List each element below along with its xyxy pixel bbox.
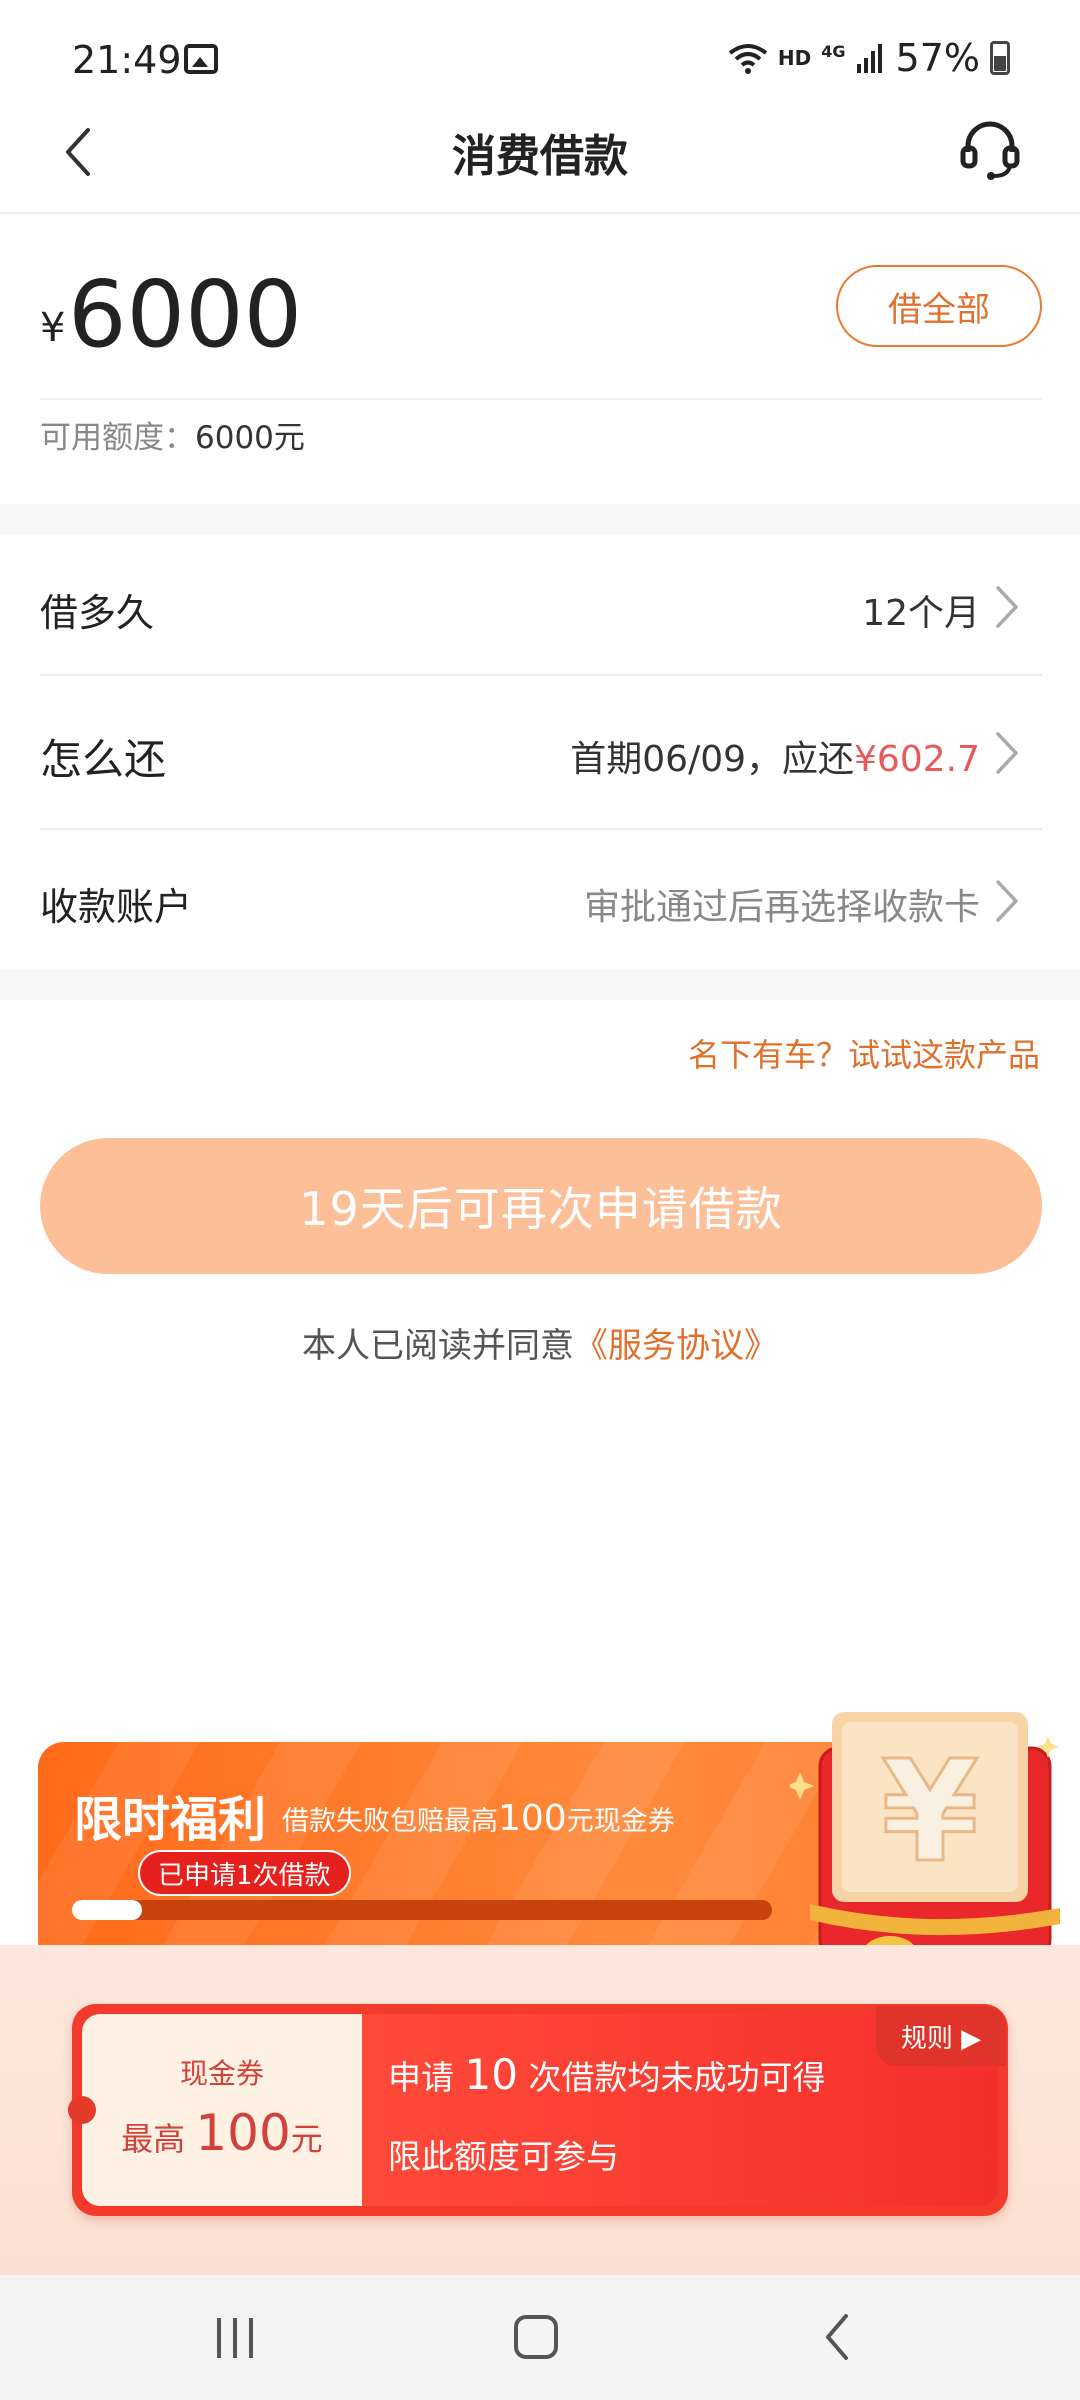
promo-title: 限时福利 bbox=[74, 1792, 267, 1848]
coupon-condition-count: 10 bbox=[464, 2050, 518, 2099]
coupon-eligibility: 限此额度可参与 bbox=[388, 2137, 619, 2176]
coupon-max-amount: 最高 100元 bbox=[82, 2104, 362, 2162]
rules-button[interactable]: 规则 ▶ bbox=[876, 2006, 1006, 2066]
chevron-right-icon[interactable] bbox=[992, 584, 1022, 630]
coupon-amount-unit: 元 bbox=[290, 2120, 323, 2158]
promo-subtitle: 借款失败包赔最高100元现金券 bbox=[282, 1798, 675, 1839]
coupon-condition: 申请 10 次借款均未成功可得 bbox=[388, 2050, 825, 2099]
status-time: 21:49 bbox=[72, 38, 182, 82]
section-gap bbox=[0, 504, 1080, 534]
header-divider bbox=[0, 212, 1080, 214]
page-title: 消费借款 bbox=[452, 131, 628, 182]
battery-percent: 57% bbox=[895, 36, 980, 80]
wifi-icon bbox=[728, 44, 768, 74]
row-divider bbox=[40, 828, 1042, 830]
red-packet-icon: ¥ bbox=[790, 1712, 1060, 1968]
red-packet-yen: ¥ bbox=[881, 1731, 978, 1894]
image-icon bbox=[184, 44, 218, 74]
car-product-link[interactable]: 名下有车？试试这款产品 bbox=[688, 1030, 1040, 1076]
agreement-text: 本人已阅读并同意 bbox=[302, 1326, 574, 1366]
home-icon[interactable] bbox=[514, 2315, 558, 2359]
nav-back-icon[interactable] bbox=[822, 2312, 852, 2362]
apply-loan-button[interactable]: 19天后可再次申请借款 bbox=[40, 1138, 1042, 1274]
chevron-right-icon[interactable] bbox=[992, 878, 1022, 924]
promo-subtitle-amount: 100 bbox=[498, 1798, 567, 1839]
applied-count-badge: 已申请1次借款 bbox=[138, 1850, 351, 1896]
term-label: 借多久 bbox=[40, 591, 155, 635]
chevron-right-icon[interactable] bbox=[992, 730, 1022, 776]
service-agreement-link[interactable]: 《服务协议》 bbox=[574, 1326, 778, 1366]
repayment-first-date: 首期06/09，应还 bbox=[570, 739, 855, 780]
headset-icon[interactable] bbox=[958, 118, 1022, 182]
loan-amount[interactable]: 6000 bbox=[68, 260, 302, 370]
amount-divider bbox=[40, 398, 1042, 400]
section-gap bbox=[0, 970, 1080, 1000]
network-gen: 4G bbox=[821, 41, 846, 61]
repayment-value[interactable]: 首期06/09，应还¥602.7 bbox=[570, 730, 980, 782]
account-label: 收款账户 bbox=[40, 885, 193, 929]
battery-icon bbox=[990, 41, 1010, 75]
available-credit: 可用额度：6000元 bbox=[40, 418, 305, 458]
currency-symbol: ¥ bbox=[40, 305, 66, 351]
promo-subtitle-prefix: 借款失败包赔最高 bbox=[282, 1806, 498, 1837]
promo-progress-bar bbox=[72, 1900, 772, 1920]
credit-value: 6000元 bbox=[195, 420, 305, 456]
coupon-condition-prefix: 申请 bbox=[388, 2058, 454, 2097]
credit-label: 可用额度： bbox=[40, 420, 195, 456]
coupon-max-prefix: 最高 bbox=[121, 2120, 186, 2158]
status-indicators: HD 4G 57% bbox=[728, 36, 1010, 80]
signal-icon bbox=[856, 44, 882, 73]
recent-apps-icon[interactable] bbox=[214, 2316, 256, 2360]
repayment-amount: ¥602.7 bbox=[854, 739, 980, 780]
coupon-amount-number: 100 bbox=[195, 2104, 291, 2162]
repayment-label: 怎么还 bbox=[40, 735, 167, 784]
promo-progress-fill bbox=[72, 1900, 142, 1920]
term-value[interactable]: 12个月 bbox=[862, 584, 980, 636]
coupon-condition-suffix: 次借款均未成功可得 bbox=[528, 2058, 826, 2097]
coupon-type-label: 现金券 bbox=[179, 2057, 264, 2090]
borrow-all-button[interactable]: 借全部 bbox=[836, 265, 1042, 347]
row-divider bbox=[40, 674, 1042, 676]
agreement-line: 本人已阅读并同意《服务协议》 bbox=[0, 1318, 1080, 1367]
promo-subtitle-suffix: 元现金券 bbox=[566, 1806, 675, 1837]
account-value[interactable]: 审批通过后再选择收款卡 bbox=[584, 878, 980, 930]
hd-indicator: HD bbox=[777, 46, 812, 70]
